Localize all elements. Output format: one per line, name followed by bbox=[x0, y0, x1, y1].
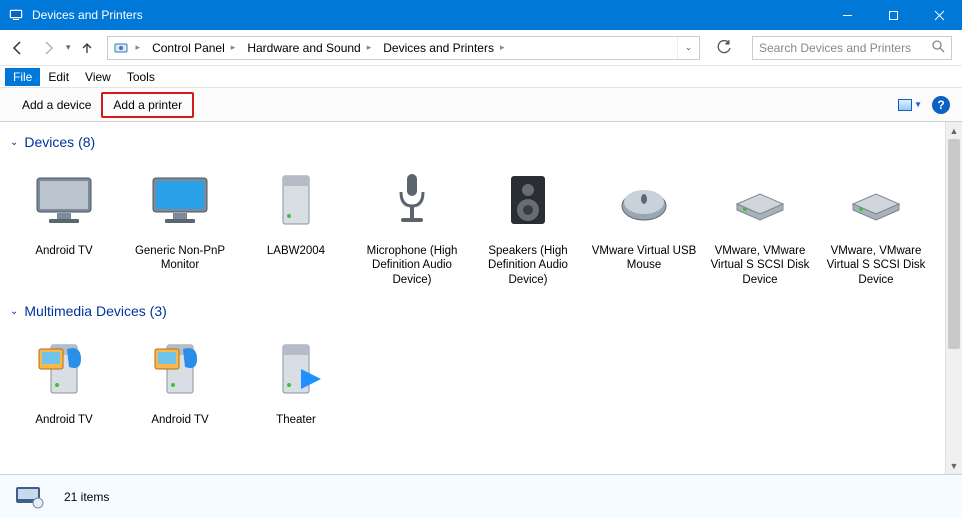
device-label: Android TV bbox=[35, 244, 92, 258]
address-bar-icon bbox=[112, 40, 130, 56]
speaker-icon bbox=[489, 162, 567, 240]
minimize-button[interactable] bbox=[824, 0, 870, 30]
device-tile[interactable]: Speakers (High Definition Audio Device) bbox=[470, 158, 586, 287]
monitor-blue-icon bbox=[141, 162, 219, 240]
address-bar[interactable]: ▸ Control Panel▸ Hardware and Sound▸ Dev… bbox=[107, 36, 700, 60]
group-header-devices[interactable]: ⌄ Devices (8) bbox=[0, 128, 945, 154]
group-header-multimedia[interactable]: ⌄ Multimedia Devices (3) bbox=[0, 297, 945, 323]
view-icon bbox=[898, 99, 912, 111]
menu-view[interactable]: View bbox=[77, 68, 119, 86]
drive-icon bbox=[837, 162, 915, 240]
search-icon[interactable] bbox=[932, 40, 945, 56]
chevron-down-icon: ⌄ bbox=[10, 306, 18, 317]
breadcrumb-sep-dropdown[interactable]: ▸ bbox=[130, 42, 147, 53]
mouse-icon bbox=[605, 162, 683, 240]
back-button[interactable] bbox=[6, 36, 30, 60]
breadcrumb-devices-and-printers[interactable]: Devices and Printers▸ bbox=[377, 41, 510, 55]
device-tile[interactable]: Generic Non-PnP Monitor bbox=[122, 158, 238, 287]
device-label: Generic Non-PnP Monitor bbox=[124, 244, 236, 273]
media-tower-icon bbox=[25, 331, 103, 409]
titlebar-app-icon bbox=[8, 7, 24, 23]
device-label: Android TV bbox=[151, 413, 208, 427]
device-tile[interactable]: LABW2004 bbox=[238, 158, 354, 287]
monitor-icon bbox=[25, 162, 103, 240]
add-device-button[interactable]: Add a device bbox=[12, 94, 101, 116]
device-label: Theater bbox=[276, 413, 316, 427]
chevron-down-icon: ▼ bbox=[914, 100, 922, 109]
vertical-scrollbar[interactable]: ▲ ▼ bbox=[945, 122, 962, 474]
status-bar: 21 items bbox=[0, 474, 962, 518]
recent-locations-dropdown[interactable]: ▾ bbox=[66, 42, 71, 53]
device-label: Android TV bbox=[35, 413, 92, 427]
address-bar-dropdown[interactable]: ⌄ bbox=[677, 37, 699, 59]
menu-edit[interactable]: Edit bbox=[40, 68, 77, 86]
status-item-count: 21 items bbox=[64, 490, 109, 504]
status-thumbnail-icon bbox=[10, 482, 50, 512]
device-label: Speakers (High Definition Audio Device) bbox=[472, 244, 584, 287]
maximize-button[interactable] bbox=[870, 0, 916, 30]
breadcrumb-hardware-and-sound[interactable]: Hardware and Sound▸ bbox=[241, 41, 377, 55]
device-label: VMware, VMware Virtual S SCSI Disk Devic… bbox=[820, 244, 932, 287]
device-tile[interactable]: Microphone (High Definition Audio Device… bbox=[354, 158, 470, 287]
drive-icon bbox=[721, 162, 799, 240]
device-label: VMware, VMware Virtual S SCSI Disk Devic… bbox=[704, 244, 816, 287]
menu-file[interactable]: File bbox=[5, 68, 40, 86]
help-button[interactable]: ? bbox=[932, 96, 950, 114]
device-tile[interactable]: VMware, VMware Virtual S SCSI Disk Devic… bbox=[818, 158, 934, 287]
group-title: Multimedia Devices (3) bbox=[24, 303, 166, 319]
device-label: VMware Virtual USB Mouse bbox=[588, 244, 700, 273]
items-view: ⌄ Devices (8) Android TV Generic Non-PnP … bbox=[0, 122, 945, 474]
refresh-button[interactable] bbox=[712, 36, 736, 60]
add-printer-button[interactable]: Add a printer bbox=[101, 92, 194, 118]
device-label: Microphone (High Definition Audio Device… bbox=[356, 244, 468, 287]
device-label: LABW2004 bbox=[267, 244, 325, 258]
search-box[interactable] bbox=[752, 36, 952, 60]
microphone-icon bbox=[373, 162, 451, 240]
up-button[interactable] bbox=[77, 36, 97, 60]
device-tile[interactable]: Android TV bbox=[122, 327, 238, 427]
play-tower-icon bbox=[257, 331, 335, 409]
close-button[interactable] bbox=[916, 0, 962, 30]
command-bar: Add a device Add a printer ▼ ? bbox=[0, 88, 962, 122]
media-tower-icon bbox=[141, 331, 219, 409]
scroll-down-button[interactable]: ▼ bbox=[946, 457, 962, 474]
menu-tools[interactable]: Tools bbox=[119, 68, 163, 86]
device-tile[interactable]: Android TV bbox=[6, 327, 122, 427]
search-input[interactable] bbox=[759, 41, 919, 55]
navigation-toolbar: ▾ ▸ Control Panel▸ Hardware and Sound▸ D… bbox=[0, 30, 962, 66]
device-tile[interactable]: VMware Virtual USB Mouse bbox=[586, 158, 702, 287]
window-title: Devices and Printers bbox=[32, 8, 824, 22]
scrollbar-thumb[interactable] bbox=[948, 139, 960, 349]
scrollbar-track[interactable] bbox=[946, 139, 962, 457]
chevron-down-icon: ⌄ bbox=[10, 137, 18, 148]
scroll-up-button[interactable]: ▲ bbox=[946, 122, 962, 139]
titlebar: Devices and Printers bbox=[0, 0, 962, 30]
forward-button[interactable] bbox=[36, 36, 60, 60]
device-tile[interactable]: Android TV bbox=[6, 158, 122, 287]
menubar: File Edit View Tools bbox=[0, 66, 962, 88]
group-title: Devices (8) bbox=[24, 134, 95, 150]
tower-icon bbox=[257, 162, 335, 240]
breadcrumb-control-panel[interactable]: Control Panel▸ bbox=[146, 41, 241, 55]
view-options-dropdown[interactable]: ▼ bbox=[898, 99, 922, 111]
device-tile[interactable]: VMware, VMware Virtual S SCSI Disk Devic… bbox=[702, 158, 818, 287]
device-tile[interactable]: Theater bbox=[238, 327, 354, 427]
